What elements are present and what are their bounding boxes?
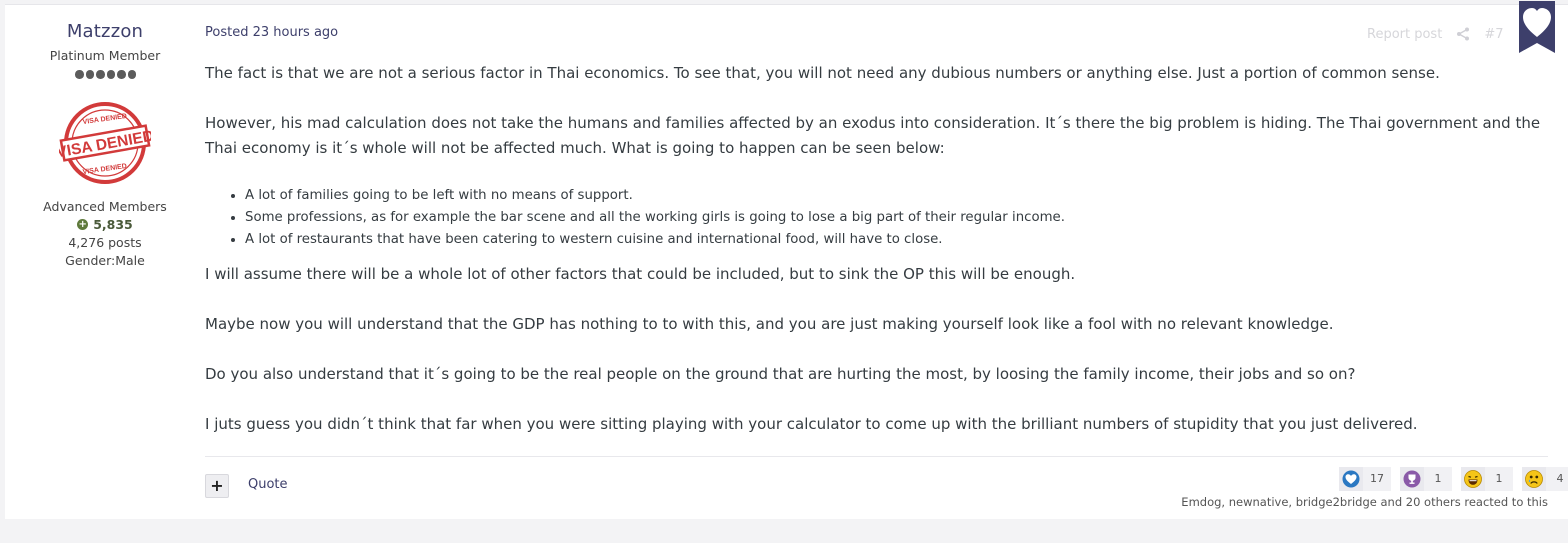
post-date: Posted 23 hours ago — [205, 25, 338, 40]
avatar[interactable]: VISA DENIED VISA DENIED VISA DENIED — [59, 101, 151, 185]
sad-face-icon — [1522, 467, 1546, 491]
heart-reaction-icon — [1339, 467, 1363, 491]
rank-pip — [127, 70, 136, 79]
post-paragraph: Do you also understand that it´s going t… — [205, 365, 1356, 383]
share-icon[interactable] — [1456, 27, 1470, 41]
report-post-link[interactable]: Report post — [1367, 27, 1442, 42]
forum-post: Matzzon Platinum Member VISA DENIED VISA… — [5, 1, 1568, 519]
reaction-count: 1 — [1424, 467, 1452, 491]
reaction-count: 17 — [1363, 467, 1391, 491]
reaction-bar: 17 1 1 4 — [1339, 467, 1568, 491]
posted-time-link[interactable]: 23 hours ago — [253, 25, 339, 40]
post-tools: Report post #7 — [1367, 25, 1503, 43]
post-divider — [205, 456, 1548, 457]
reaction-count: 4 — [1546, 467, 1568, 491]
reaction-haha[interactable]: 1 — [1461, 467, 1513, 491]
plus-circle-icon: + — [77, 219, 89, 230]
avatar-stamp-top-text: VISA DENIED — [82, 113, 127, 126]
reputation-value: 5,835 — [93, 217, 133, 232]
heart-bookmark-icon[interactable] — [1519, 1, 1555, 53]
author-title: Platinum Member — [49, 48, 161, 63]
avatar-stamp-bottom-text: VISA DENIED — [82, 163, 127, 176]
author-name-link[interactable]: Matzzon — [5, 21, 205, 42]
rank-pip — [85, 70, 94, 79]
rank-pip — [117, 70, 126, 79]
post-number-link[interactable]: #7 — [1484, 27, 1503, 42]
post-paragraph: I juts guess you didn´t think that far w… — [205, 415, 1418, 433]
rank-pips — [75, 70, 137, 80]
quote-button[interactable]: Quote — [248, 477, 288, 492]
post-paragraph: The fact is that we are not a serious fa… — [205, 64, 1440, 82]
trophy-reaction-icon — [1400, 467, 1424, 491]
rank-pip — [96, 70, 105, 79]
multiquote-button[interactable]: + — [205, 474, 229, 498]
rank-pip — [75, 70, 84, 79]
list-item: A lot of families going to be left with … — [245, 185, 1065, 207]
list-item: Some professions, as for example the bar… — [245, 207, 1065, 229]
author-group: Advanced Members — [43, 199, 167, 214]
posted-prefix: Posted — [205, 25, 249, 40]
author-reputation: + 5,835 — [5, 217, 205, 232]
post-paragraph: Maybe now you will understand that the G… — [205, 315, 1334, 333]
author-gender: Gender:Male — [65, 253, 145, 268]
list-item: A lot of restaurants that have been cate… — [245, 229, 1065, 251]
laughing-face-icon — [1461, 467, 1485, 491]
post-paragraph: I will assume there will be a whole lot … — [205, 265, 1076, 283]
reaction-like[interactable]: 17 — [1339, 467, 1391, 491]
reaction-summary-link[interactable]: Emdog, newnative, bridge2bridge and 20 o… — [1105, 495, 1548, 509]
reaction-count: 1 — [1485, 467, 1513, 491]
reaction-sad[interactable]: 4 — [1522, 467, 1568, 491]
author-post-count: 4,276 posts — [68, 235, 142, 250]
rank-pip — [106, 70, 115, 79]
post-bullet-list: A lot of families going to be left with … — [205, 185, 1065, 251]
reaction-thanks[interactable]: 1 — [1400, 467, 1452, 491]
post-paragraph: However, his mad calculation does not ta… — [205, 114, 1541, 157]
